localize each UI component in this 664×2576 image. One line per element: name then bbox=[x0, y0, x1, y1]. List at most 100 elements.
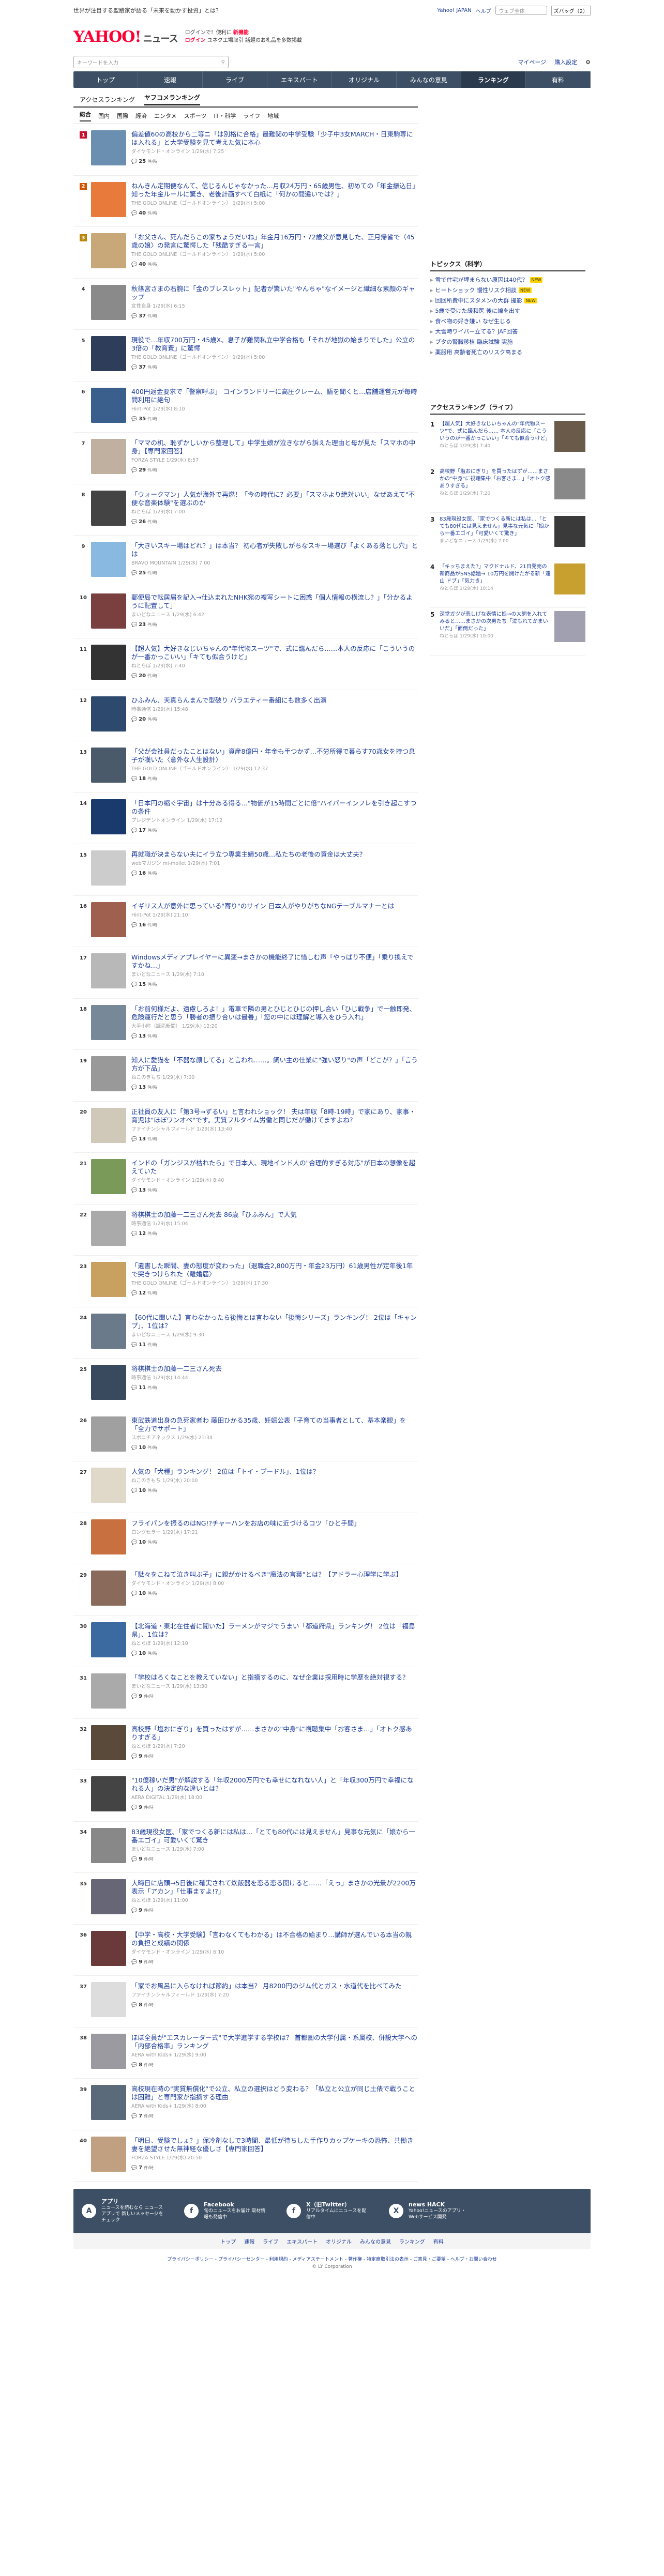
ranking-item[interactable]: 17 Windowsメディアプレイヤーに異変→まさかの機能終了に惜しむ声「やっぱり… bbox=[73, 947, 418, 999]
footer-nav-4[interactable]: オリジナル bbox=[326, 2237, 352, 2245]
article-thumbnail[interactable] bbox=[91, 902, 126, 937]
footer-col-0[interactable]: A アプリ ニュースを読むなら ニュースアプリで 新しいメッセージをチェック bbox=[82, 2199, 163, 2223]
ranking-item[interactable]: 33 "10億稼いだ男"が解説する「年収2000万円でも幸せになれない人」と「年収… bbox=[73, 1770, 418, 1822]
ranking-item[interactable]: 29 「駄々をこねて泣き叫ぶ子」に親がかけるべき"魔法の言葉"とは？【アドラー心理… bbox=[73, 1564, 418, 1616]
article-title[interactable]: 「ママの机、恥ずかしいから整理して」中学生娘が泣きながら訴えた理由と母が見た「ス… bbox=[131, 439, 418, 455]
topic-item[interactable]: ▸ 回回所費中にスタメンの大群 撮影 NEW bbox=[430, 295, 585, 306]
category-tab-4[interactable]: エンタメ bbox=[154, 112, 177, 120]
promo-link[interactable]: 世界が注目する聖蹟家が語る「未来を動かす投資」とは？ bbox=[73, 6, 221, 14]
nav-6[interactable]: ランキング bbox=[461, 71, 526, 88]
article-thumbnail[interactable] bbox=[91, 387, 126, 423]
footer-nav-2[interactable]: ライブ bbox=[263, 2237, 278, 2245]
article-thumbnail[interactable] bbox=[91, 696, 126, 731]
life-thumbnail[interactable] bbox=[554, 468, 585, 499]
article-title[interactable]: インドの「ガンジスが枯れたら」で日本人、現地インド人の"合理的すぎる対応"が日本… bbox=[131, 1159, 418, 1176]
ranking-item[interactable]: 35 大晦日に店頭→5日後に確実されて炊飯器を恋る恋る開けると……「えっ」まさかの… bbox=[73, 1873, 418, 1925]
footer-nav-3[interactable]: エキスパート bbox=[286, 2237, 318, 2245]
article-thumbnail[interactable] bbox=[91, 439, 126, 474]
article-title[interactable]: 「お父さん、死んだらこの家ちょうだいね」年金月16万円・72歳父が意見した、正月… bbox=[131, 233, 418, 250]
life-ranking-item[interactable]: 2 高校野「塩おにぎり」を買ったはずが……まさかの"中身"に視聴集中「お客さま…」… bbox=[430, 465, 585, 513]
article-title[interactable]: ねんきん定期便なんて、信じるんじゃなかった…月収24万円・65歳男性、初めての「… bbox=[131, 182, 418, 199]
ranking-item[interactable]: 38 ほぼ全員が"エスカレーター式"で大学進学する学校は？ 首都圏の大学付属・系属… bbox=[73, 2028, 418, 2079]
article-thumbnail[interactable] bbox=[91, 1159, 126, 1194]
topic-item[interactable]: ▸ ヒートショック 慢性リスク相談 NEW bbox=[430, 285, 585, 295]
life-thumbnail[interactable] bbox=[554, 611, 585, 642]
article-thumbnail[interactable] bbox=[91, 490, 126, 526]
ranking-item[interactable]: 36 【中学・高校・大学受験】「言わなくてもわかる」は不合格の始まり…講師が選んで… bbox=[73, 1925, 418, 1976]
article-title[interactable]: 「日本円の縮ぐ宇宙」は十分ある得る…"物価が15時間ごとに倍"ハイパーインフレを… bbox=[131, 799, 418, 816]
tab-comment-ranking[interactable]: ヤフコメランキング bbox=[144, 93, 200, 105]
login-link[interactable]: ログイン bbox=[185, 38, 206, 43]
article-title[interactable]: 「大きいスキー場はどれ？」は本当？ 初心者が失敗しがちなスキー場選び「よくある落… bbox=[131, 542, 418, 558]
article-title[interactable]: 83歳現役女医、「家でつくる新には私は…「とても80代には見えません」見事な元気… bbox=[131, 1828, 418, 1845]
category-tab-1[interactable]: 国内 bbox=[98, 112, 110, 120]
article-thumbnail[interactable] bbox=[91, 1107, 126, 1143]
ranking-item[interactable]: 11 【超人気】大好きなじいちゃんの"年代物スーツ"で、式に臨んだら……本人の反応… bbox=[73, 638, 418, 690]
ranking-item[interactable]: 6 400円返金要求で「警察呼ぶ」 コインランドリーに高圧クレーム、語を聞くと…店… bbox=[73, 382, 418, 433]
ranking-item[interactable]: 7 「ママの机、恥ずかしいから整理して」中学生娘が泣きながら訴えた理由と母が見た「… bbox=[73, 433, 418, 484]
article-title[interactable]: 「父が会社員だったことはない」資産8億円・年金も手つかず…不労所得で暮らす70歳… bbox=[131, 748, 418, 764]
ranking-item[interactable]: 18 「お前何様だよ、遠慮しろよ！」電車で隣の男とひじとひじの押し合い「ひじ戦争」… bbox=[73, 999, 418, 1050]
footer-col-3[interactable]: Xnews HACK Yahoo!ニュースのアプリ・Webサービス開発 bbox=[389, 2202, 471, 2220]
life-ranking-item[interactable]: 3 83歳現役女医、「家でつくる新には私は…「とても80代には見えません」見事な元… bbox=[430, 513, 585, 560]
footer-col-2[interactable]: f X（旧Twitter） リアルタイムにニュースを配信中 bbox=[286, 2202, 368, 2220]
article-title[interactable]: 将棋棋士の加藤一二三さん死去 bbox=[131, 1365, 418, 1373]
help-link[interactable]: ヘルプ bbox=[476, 7, 491, 14]
article-thumbnail[interactable] bbox=[91, 1776, 126, 1811]
article-title[interactable]: 正社員の友人に「第3号→ずるい」と言われショック！ 夫は年収「8時-19時」で家… bbox=[131, 1108, 418, 1124]
footer-nav-0[interactable]: トップ bbox=[220, 2237, 236, 2245]
ranking-item[interactable]: 15 再就職が決まらない夫にイラ立つ専業主婦50歳…私たちの老後の資金は大丈夫？ w… bbox=[73, 844, 418, 896]
ranking-item[interactable]: 2 ねんきん定期便なんて、信じるんじゃなかった…月収24万円・65歳男性、初めての… bbox=[73, 176, 418, 227]
ranking-item[interactable]: 25 将棋棋士の加藤一二三さん死去 時事通信 1/29(水) 14:44 💬 11 件/時 bbox=[73, 1359, 418, 1410]
article-title[interactable]: "10億稼いだ男"が解説する「年収2000万円でも幸せになれない人」と「年収30… bbox=[131, 1776, 418, 1793]
web-search-input[interactable]: ウェブ全体 bbox=[495, 6, 547, 15]
article-thumbnail[interactable] bbox=[91, 1004, 126, 1040]
ranking-item[interactable]: 22 将棋棋士の加藤一二三さん死去 86歳「ひふみん」で人気 時事通信 1/29(水… bbox=[73, 1205, 418, 1256]
article-title[interactable]: 東武鉄道出身の急死家者わ 藤田ひかる35歳、妊娠公表「子育ての当事者として、基本… bbox=[131, 1416, 418, 1433]
article-thumbnail[interactable] bbox=[91, 130, 126, 165]
article-thumbnail[interactable] bbox=[91, 1365, 126, 1400]
ranking-item[interactable]: 39 高校現在時の"実質無償化"で公立、私立の選択はどう変わる？「私立と公立が同じ… bbox=[73, 2079, 418, 2130]
article-title[interactable]: 「ウォークマン」人気が海外で再燃！「今の時代に？必要」「スマホより絶対いい」なぜ… bbox=[131, 491, 418, 507]
article-thumbnail[interactable] bbox=[91, 1416, 126, 1452]
article-thumbnail[interactable] bbox=[91, 1930, 126, 1966]
topic-item[interactable]: ▸ 薬服用 高齢者死亡のリスク高まる bbox=[430, 347, 585, 357]
article-thumbnail[interactable] bbox=[91, 2136, 126, 2172]
ranking-item[interactable]: 34 83歳現役女医、「家でつくる新には私は…「とても80代には見えません」見事な… bbox=[73, 1822, 418, 1873]
ranking-item[interactable]: 24 【60代に聞いた】言わなかったら後悔とは言わない「後悔シリーズ」ランキング！… bbox=[73, 1307, 418, 1359]
article-title[interactable]: 高校野「塩おにぎり」を買ったはずが……まさかの"中身"に視聴集中「お客さま…」「… bbox=[131, 1725, 418, 1742]
ranking-item[interactable]: 20 正社員の友人に「第3号→ずるい」と言われショック！ 夫は年収「8時-19時」… bbox=[73, 1102, 418, 1153]
ranking-item[interactable]: 40 「明日、受験でしょ？」保冷剤なしで3時間、最低が待ちした手作りカップケーキの… bbox=[73, 2130, 418, 2182]
article-title[interactable]: 「遺書した瞬間、妻の態度が変わった」（退職金2,800万円・年金23万円）61歳… bbox=[131, 1262, 418, 1278]
article-title[interactable]: 人気の「犬種」ランキング！ 2位は「トイ・プードル」、1位は？ bbox=[131, 1468, 418, 1476]
ranking-item[interactable]: 23 「遺書した瞬間、妻の態度が変わった」（退職金2,800万円・年金23万円）6… bbox=[73, 1256, 418, 1307]
web-search-button[interactable]: ズバッグ（2） bbox=[551, 5, 591, 16]
search-icon[interactable]: ⚲ bbox=[221, 59, 225, 65]
ranking-item[interactable]: 5 現役で…年収700万円・45歳X、息子が難関私立中学合格も「それが地獄の始まり… bbox=[73, 330, 418, 382]
ranking-item[interactable]: 26 東武鉄道出身の急死家者わ 藤田ひかる35歳、妊娠公表「子育ての当事者として、… bbox=[73, 1410, 418, 1461]
footer-links[interactable]: プライバシーポリシー - プライバシーセンター - 利用規約 - メディアステー… bbox=[73, 2249, 591, 2264]
x-icon[interactable]: X bbox=[389, 2204, 403, 2218]
article-title[interactable]: ひふみん、天真らんまんで型破り バラエティー番組にも数多く出演 bbox=[131, 696, 418, 705]
topic-item[interactable]: ▸ 5歳で受けた緩和医 後に線を出す bbox=[430, 306, 585, 316]
article-title[interactable]: イギリス人が意外に思っている"寄り"のサイン 日本人がやりがちなNGテーブルマナ… bbox=[131, 902, 418, 910]
news-search-input[interactable]: キーワードを入力 ⚲ bbox=[73, 56, 229, 68]
ranking-item[interactable]: 16 イギリス人が意外に思っている"寄り"のサイン 日本人がやりがちなNGテーブル… bbox=[73, 896, 418, 947]
topic-item[interactable]: ▸ 食べ物の好き嫌い なぜ生じる bbox=[430, 316, 585, 326]
yahoo-news-logo[interactable]: YAHOO! ニュース bbox=[73, 28, 178, 46]
article-title[interactable]: 将棋棋士の加藤一二三さん死去 86歳「ひふみん」で人気 bbox=[131, 1211, 418, 1219]
article-thumbnail[interactable] bbox=[91, 1210, 126, 1246]
category-tab-8[interactable]: 地域 bbox=[267, 112, 279, 120]
nav-4[interactable]: オリジナル bbox=[332, 71, 397, 88]
nav-2[interactable]: ライブ bbox=[203, 71, 267, 88]
nav-0[interactable]: トップ bbox=[73, 71, 138, 88]
ranking-item[interactable]: 37 「家でお風呂に入らなければ節約」は本当？ 月8200円のジム代とガス・水道代… bbox=[73, 1976, 418, 2028]
article-thumbnail[interactable] bbox=[91, 1725, 126, 1760]
life-ranking-item[interactable]: 5 深堂ガツが悲しげな表情に娘→の大網を入れてみると……まさかの次男たち「泣もれて… bbox=[430, 608, 585, 656]
article-title[interactable]: 【超人気】大好きなじいちゃんの"年代物スーツ"で、式に臨んだら……本人の反応に「… bbox=[131, 645, 418, 661]
ranking-item[interactable]: 14 「日本円の縮ぐ宇宙」は十分ある得る…"物価が15時間ごとに倍"ハイパーインフ… bbox=[73, 793, 418, 844]
article-thumbnail[interactable] bbox=[91, 2085, 126, 2120]
ranking-item[interactable]: 13 「父が会社員だったことはない」資産8億円・年金も手つかず…不労所得で暮らす7… bbox=[73, 741, 418, 793]
article-thumbnail[interactable] bbox=[91, 1468, 126, 1503]
ranking-item[interactable]: 3 「お父さん、死んだらこの家ちょうだいね」年金月16万円・72歳父が意見した、正… bbox=[73, 227, 418, 279]
